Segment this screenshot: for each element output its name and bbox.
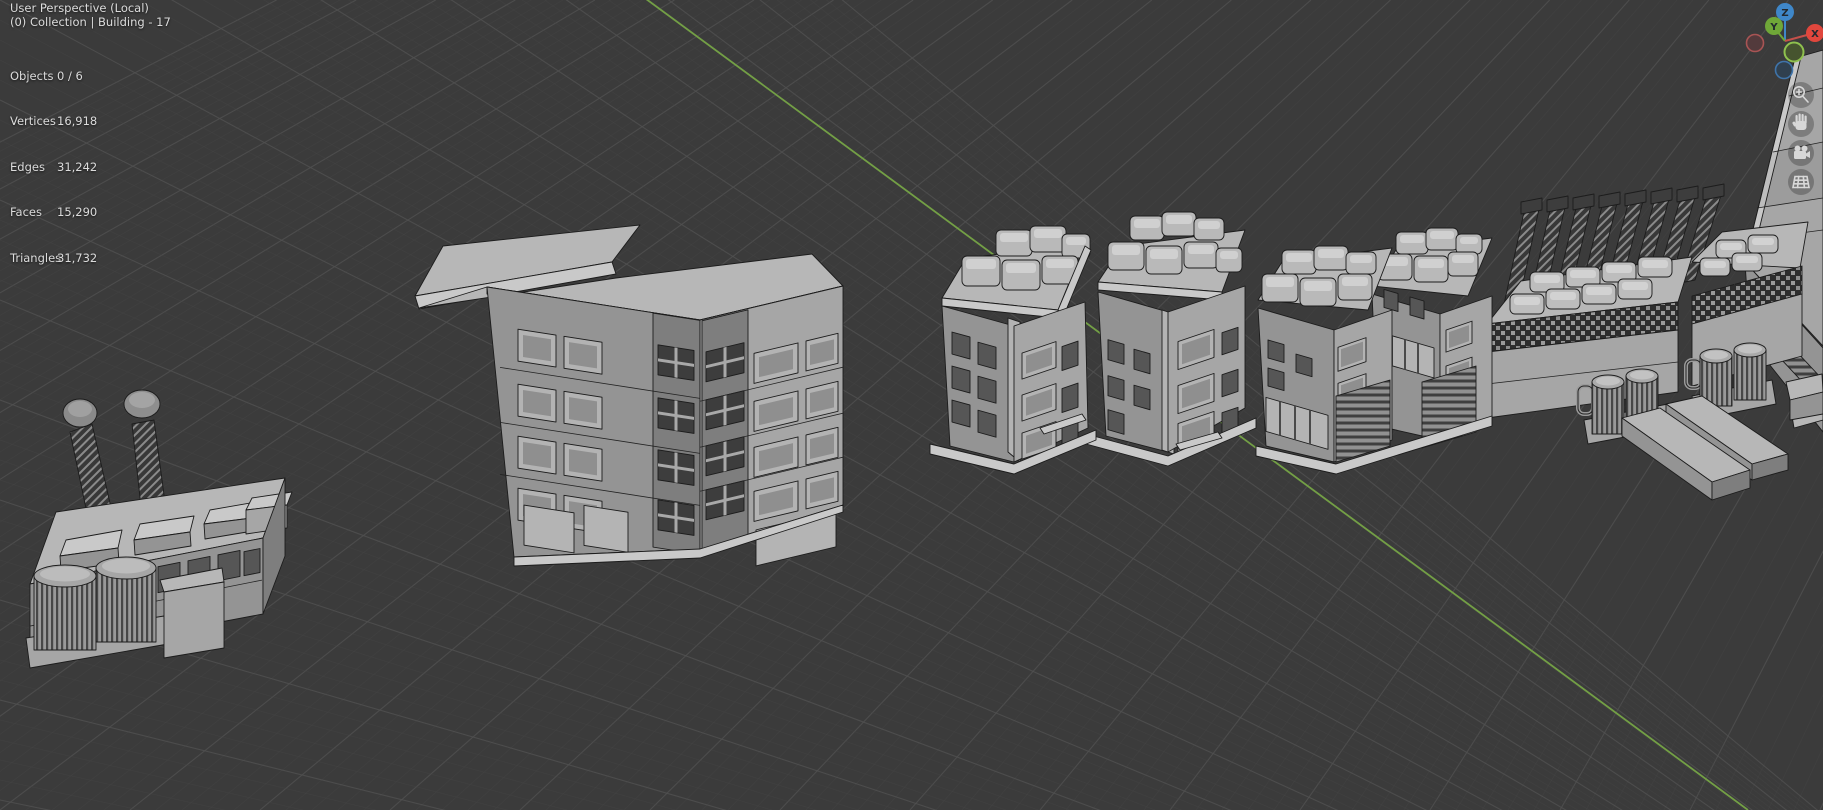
blender-3d-viewport[interactable]: Z Y X User Perspective (Local) (0) Colle… (0, 0, 1823, 810)
building-double-tower[interactable] (1255, 227, 1493, 475)
factory-tanks (25, 556, 225, 669)
svg-text:Y: Y (1769, 22, 1778, 33)
zoom-icon[interactable] (1788, 82, 1814, 108)
gizmo-axis-neg-z[interactable] (1774, 60, 1794, 80)
svg-text:Z: Z (1781, 8, 1788, 19)
gizmo-axis-z[interactable]: Z (1776, 3, 1794, 21)
viewport-scene[interactable]: Z Y X (0, 0, 1823, 810)
gizmo-axis-y[interactable]: Y (1765, 17, 1783, 35)
building-apartment-tower-2[interactable] (1085, 211, 1257, 467)
orthographic-toggle-icon[interactable] (1788, 169, 1814, 195)
active-collection-breadcrumb: (0) Collection | Building - 17 (10, 15, 171, 29)
stat-objects: Objects 0 / 6 (10, 69, 83, 83)
stat-vertices: Vertices16,918 (10, 114, 98, 129)
gizmo-axis-neg-x[interactable] (1745, 33, 1765, 53)
view-perspective-label: User Perspective (Local) (10, 1, 149, 15)
stat-triangles: Triangles31,732 (10, 250, 98, 265)
svg-text:X: X (1811, 29, 1819, 40)
scene-statistics: Objects 0 / 6 Vertices16,918 Edges 31,242 … (10, 39, 97, 296)
gizmo-axis-neg-y[interactable] (1783, 41, 1805, 63)
pan-hand-icon[interactable] (1788, 111, 1814, 137)
camera-view-icon[interactable] (1788, 140, 1814, 166)
stat-faces: Faces 15,290 (10, 205, 98, 220)
stat-edges: Edges 31,242 (10, 159, 98, 174)
